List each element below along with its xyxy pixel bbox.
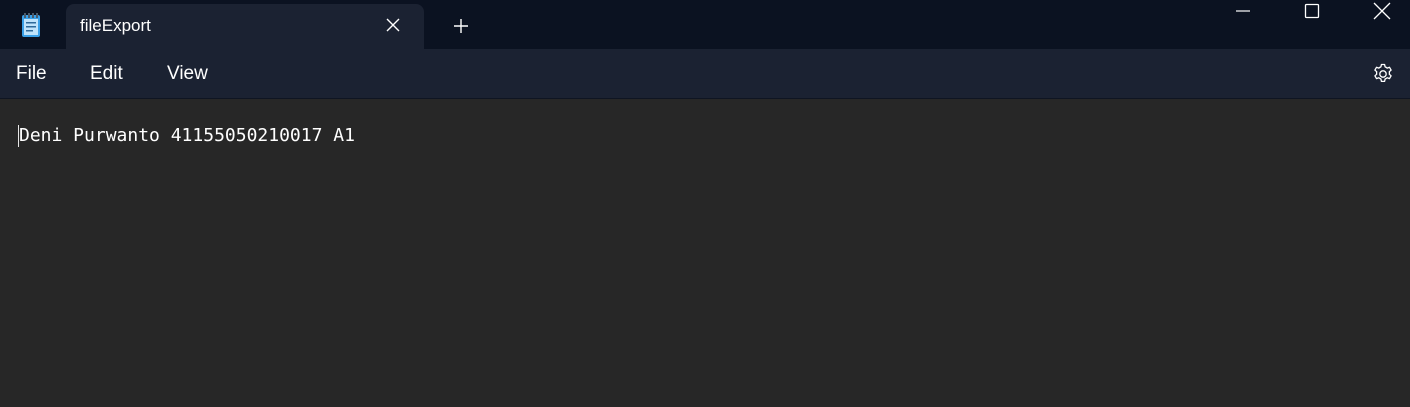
menu-bar: File Edit View	[0, 49, 1410, 99]
notepad-icon	[20, 12, 42, 38]
menu-view[interactable]: View	[167, 63, 208, 85]
minimize-icon[interactable]	[1220, 0, 1266, 22]
gear-icon[interactable]	[1370, 61, 1396, 87]
editor-content[interactable]: Deni Purwanto 41155050210017 A1	[19, 125, 355, 147]
title-bar: fileExport	[0, 0, 1410, 49]
tab-fileexport[interactable]: fileExport	[66, 4, 424, 49]
menu-file[interactable]: File	[16, 63, 47, 85]
close-icon[interactable]	[382, 14, 404, 36]
tab-title: fileExport	[80, 16, 151, 35]
close-icon[interactable]	[1359, 0, 1405, 22]
maximize-icon[interactable]	[1289, 0, 1335, 22]
menu-edit[interactable]: Edit	[90, 63, 123, 85]
plus-icon[interactable]	[450, 15, 472, 37]
